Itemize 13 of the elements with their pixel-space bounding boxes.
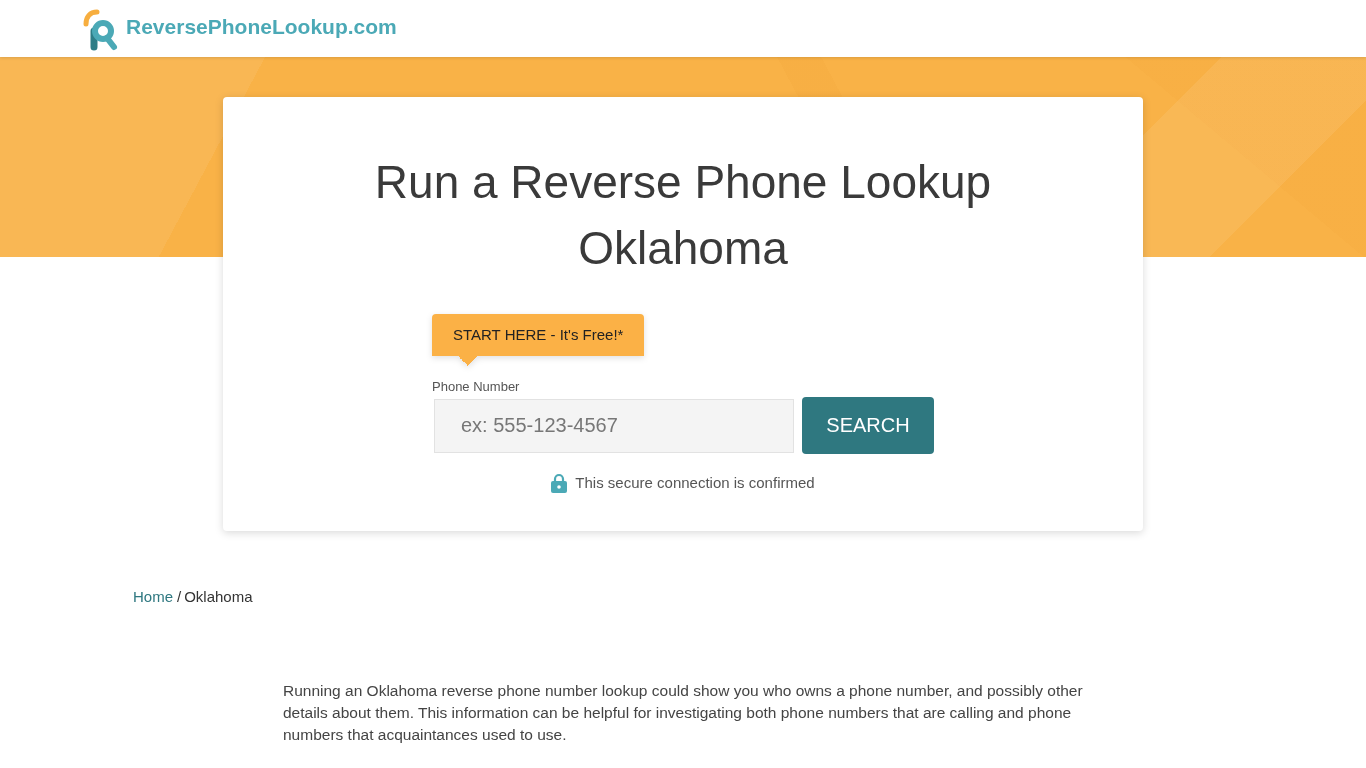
- breadcrumb-current: Oklahoma: [184, 587, 253, 607]
- lock-icon: [551, 473, 568, 493]
- body-paragraph: Running an Oklahoma reverse phone number lookup could show you who owns a phone number, and possibly other details about them. This information can be helpful for investigating both phone numbers that are calling and phone numbers that acquaintances used to use.: [283, 681, 1083, 745]
- start-here-callout: START HERE - It's Free!*: [432, 314, 645, 366]
- secure-connection-note: This secure connection is confirmed: [575, 473, 815, 493]
- field-label: Phone Number: [432, 378, 520, 396]
- magnifier-logo-icon: [83, 8, 119, 51]
- phone-number-input[interactable]: ex: 555-123-4567: [434, 398, 794, 453]
- breadcrumb-link[interactable]: Home: [133, 587, 173, 607]
- logo-link[interactable]: ReversePhoneLookup.com: [83, 2, 397, 51]
- page-title: Run a Reverse Phone Lookup Oklahoma: [373, 155, 993, 276]
- search-button[interactable]: SEARCH: [802, 397, 934, 454]
- breadcrumb-separator: /: [177, 587, 182, 607]
